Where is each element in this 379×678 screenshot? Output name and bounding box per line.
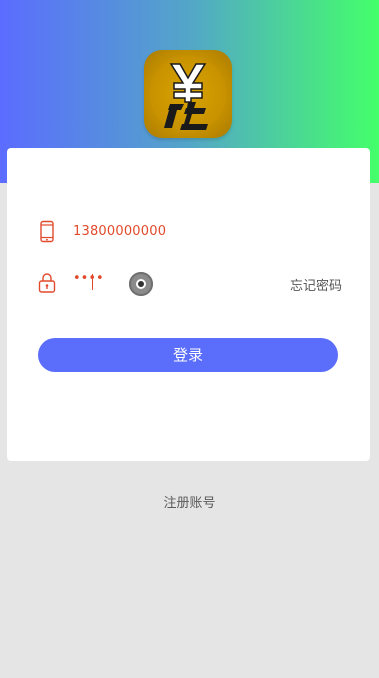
phone-icon (37, 220, 57, 244)
toggle-dot (138, 281, 144, 287)
phone-input[interactable]: 13800000000 (73, 224, 166, 239)
phone-row: 13800000000 (7, 218, 370, 248)
login-button[interactable]: 登录 (38, 338, 338, 372)
register-link[interactable]: 注册账号 (0, 492, 379, 511)
password-input[interactable]: •••• (73, 271, 104, 286)
password-row: •••• 忘记密码 (7, 269, 370, 299)
logo-glyph-icon (164, 63, 208, 130)
app-logo (144, 50, 232, 138)
text-caret (92, 274, 93, 290)
login-card: 13800000000 •••• 忘记密码 登录 (7, 148, 370, 461)
forgot-password-link[interactable]: 忘记密码 (290, 275, 342, 294)
password-visibility-toggle-icon[interactable] (129, 272, 153, 296)
lock-icon (37, 271, 57, 295)
